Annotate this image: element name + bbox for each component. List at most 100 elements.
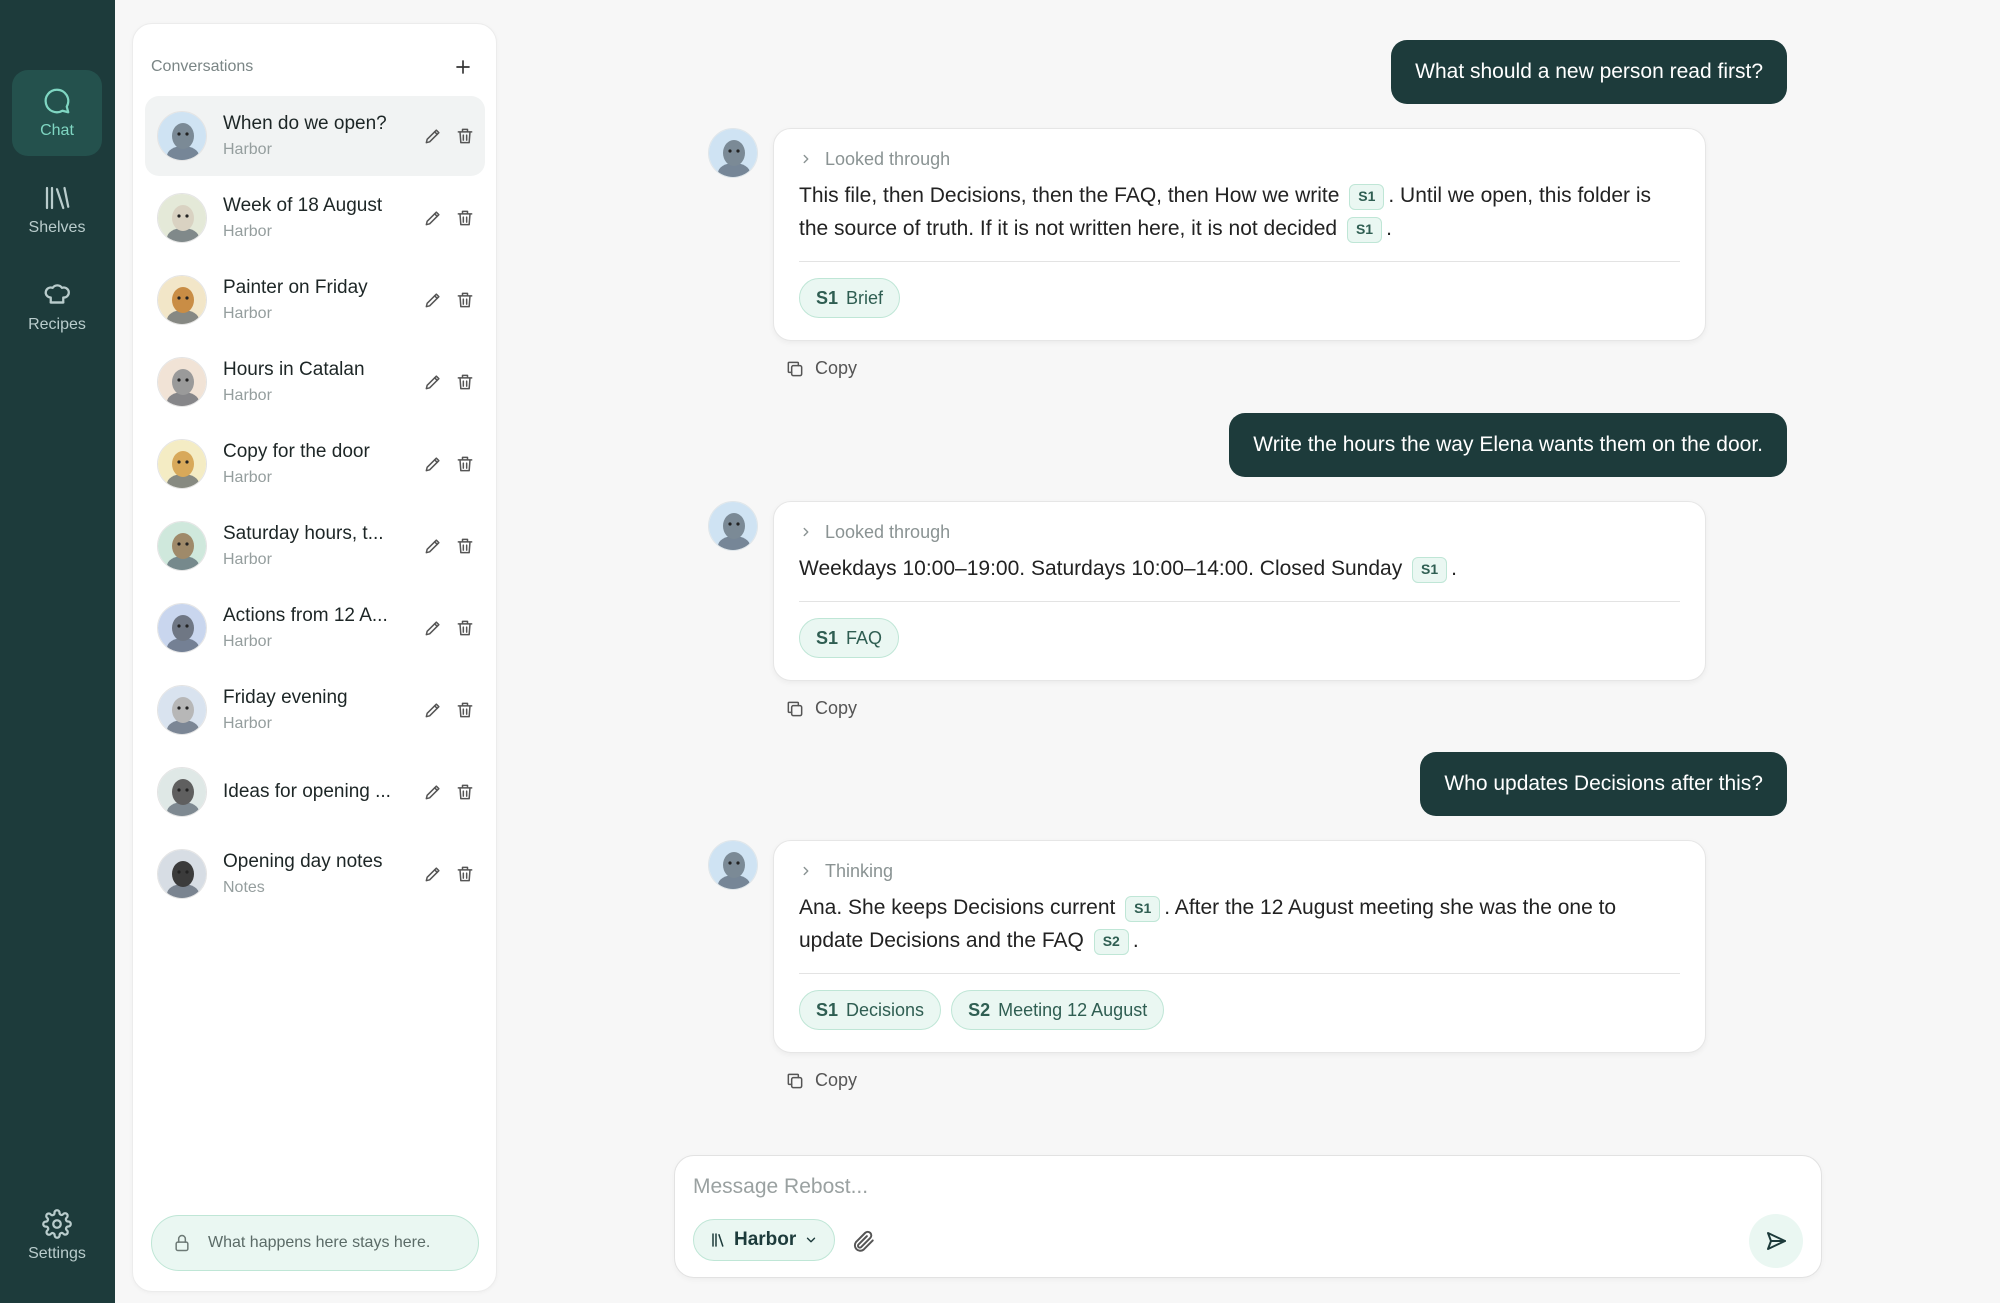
privacy-note: What happens here stays here. — [151, 1215, 479, 1271]
copy-button[interactable]: Copy — [785, 358, 857, 379]
conversation-shelf: Harbor — [223, 141, 272, 158]
edit-button[interactable] — [423, 372, 443, 392]
conversation-actions — [423, 752, 475, 832]
answer-text: . — [1451, 557, 1458, 580]
delete-button[interactable] — [455, 700, 475, 720]
copy-button[interactable]: Copy — [785, 1070, 857, 1091]
citation-badge[interactable]: S1 — [1412, 556, 1448, 583]
conversation-item[interactable]: Opening day notes Notes — [145, 834, 485, 914]
left-rail: Chat Shelves Recipes Settings — [0, 0, 115, 1303]
avatar — [157, 193, 207, 243]
edit-button[interactable] — [423, 618, 443, 638]
rail-item-label: Settings — [28, 1245, 86, 1262]
conversation-text: Copy for the door Harbor — [223, 441, 403, 487]
conversation-item[interactable]: Copy for the door Harbor — [145, 424, 485, 504]
source-list: S1 Decisions S2 Meeting 12 August — [799, 990, 1680, 1030]
conversation-shelf: Harbor — [223, 469, 272, 486]
rail-item-label: Shelves — [28, 219, 86, 236]
avatar — [157, 357, 207, 407]
delete-button[interactable] — [455, 208, 475, 228]
conversation-title: Painter on Friday — [223, 277, 368, 298]
paperclip-icon[interactable] — [850, 1228, 876, 1254]
conversation-item[interactable]: Painter on Friday Harbor — [145, 260, 485, 340]
citation-badge[interactable]: S1 — [1125, 895, 1161, 922]
source-list: S1 FAQ — [799, 618, 1680, 658]
avatar — [708, 128, 758, 178]
delete-button[interactable] — [455, 454, 475, 474]
citation-badge[interactable]: S2 — [1093, 928, 1129, 955]
edit-button[interactable] — [423, 782, 443, 802]
rail-item-shelves[interactable]: Shelves — [12, 167, 102, 253]
avatar — [708, 840, 758, 890]
conversation-item[interactable]: Ideas for opening ... — [145, 752, 485, 832]
delete-button[interactable] — [455, 864, 475, 884]
delete-button[interactable] — [455, 372, 475, 392]
source-chip[interactable]: S1 FAQ — [799, 618, 900, 658]
conversation-text: Ideas for opening ... — [223, 781, 403, 803]
conversation-item[interactable]: Week of 18 August Harbor — [145, 178, 485, 258]
edit-button[interactable] — [423, 290, 443, 310]
edit-button[interactable] — [423, 454, 443, 474]
reasoning-toggle[interactable]: Looked through — [799, 520, 1680, 544]
conversation-title: Saturday hours, t... — [223, 523, 384, 544]
send-button[interactable] — [1749, 1214, 1803, 1268]
avatar — [157, 603, 207, 653]
trash-icon — [457, 456, 473, 472]
source-chip[interactable]: S1 Decisions — [799, 990, 942, 1030]
answer-text: Ana. She keeps Decisions current — [799, 896, 1122, 919]
edit-button[interactable] — [423, 864, 443, 884]
new-conversation-button[interactable] — [448, 52, 478, 82]
copy-button[interactable]: Copy — [785, 698, 857, 719]
message-input[interactable] — [693, 1170, 1693, 1204]
copy-label: Copy — [815, 698, 858, 718]
conversation-item[interactable]: Friday evening Harbor — [145, 670, 485, 750]
conversation-title: Friday evening — [223, 687, 348, 708]
edit-button[interactable] — [423, 700, 443, 720]
conversation-actions — [423, 342, 475, 422]
source-chip[interactable]: S1 Brief — [799, 278, 901, 318]
conversation-actions — [423, 588, 475, 668]
conversation-title: Ideas for opening ... — [223, 781, 391, 802]
answer-text: . — [1132, 929, 1139, 952]
avatar — [157, 767, 207, 817]
citation-badge[interactable]: S1 — [1346, 216, 1383, 243]
shelves-icon — [45, 186, 70, 210]
avatar — [157, 849, 207, 899]
source-chip[interactable]: S2 Meeting 12 August — [951, 990, 1165, 1030]
rail-item-chat[interactable]: Chat — [12, 70, 102, 156]
trash-icon — [457, 866, 473, 882]
citation-badge[interactable]: S1 — [1349, 183, 1385, 210]
delete-button[interactable] — [455, 536, 475, 556]
edit-button[interactable] — [423, 208, 443, 228]
trash-icon — [457, 702, 473, 718]
chevron-down-icon — [807, 1237, 816, 1243]
conversation-item[interactable]: Hours in Catalan Harbor — [145, 342, 485, 422]
conversation-text: Painter on Friday Harbor — [223, 277, 403, 323]
conversation-item[interactable]: Saturday hours, t... Harbor — [145, 506, 485, 586]
delete-button[interactable] — [455, 782, 475, 802]
reasoning-toggle[interactable]: Looked through — [799, 147, 1680, 171]
conversation-text: Actions from 12 A... Harbor — [223, 605, 403, 651]
source-id: S2 — [968, 999, 991, 1020]
rail-item-settings[interactable]: Settings — [12, 1193, 102, 1279]
conversation-item[interactable]: When do we open? Harbor — [145, 96, 485, 176]
rail-item-label: Chat — [40, 122, 74, 139]
reasoning-toggle[interactable]: Thinking — [799, 859, 1680, 883]
rail-item-recipes[interactable]: Recipes — [12, 264, 102, 350]
conversation-shelf: Harbor — [223, 715, 272, 732]
conversation-title: Actions from 12 A... — [223, 605, 388, 626]
copy-icon — [787, 361, 803, 376]
edit-button[interactable] — [423, 126, 443, 146]
pencil-icon — [425, 621, 440, 636]
copy-label: Copy — [815, 1070, 858, 1090]
conversation-actions — [423, 670, 475, 750]
source-id: S1 — [816, 627, 839, 648]
delete-button[interactable] — [455, 126, 475, 146]
pencil-icon — [425, 867, 440, 882]
assistant-message: Looked through Weekdays 10:00–19:00. Satu… — [773, 501, 1706, 681]
edit-button[interactable] — [423, 536, 443, 556]
conversation-item[interactable]: Actions from 12 A... Harbor — [145, 588, 485, 668]
delete-button[interactable] — [455, 618, 475, 638]
shelf-selector[interactable]: Harbor — [693, 1219, 836, 1261]
delete-button[interactable] — [455, 290, 475, 310]
